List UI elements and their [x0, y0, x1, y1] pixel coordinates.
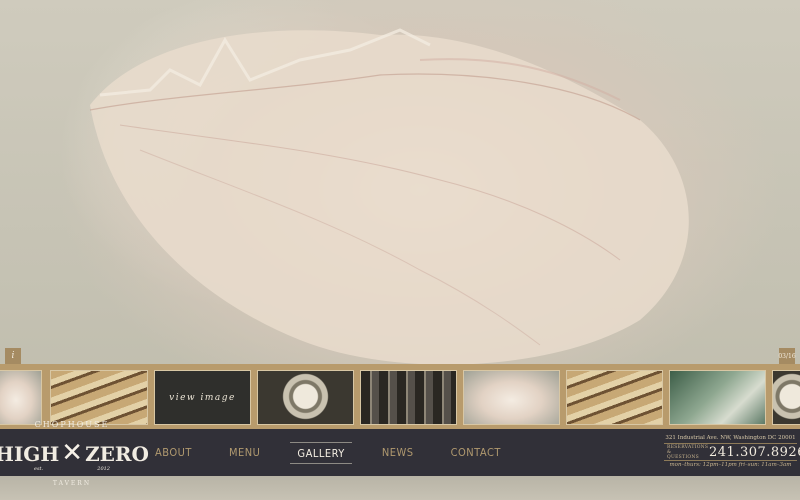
logo-left-word: HIGH	[0, 442, 60, 466]
logo-right-word: ZERO	[85, 442, 149, 466]
phone-number[interactable]: 241.307.8926	[705, 445, 800, 460]
logo-chophouse-text: CHOPHOUSE	[34, 420, 110, 429]
info-button[interactable]: i	[5, 348, 21, 364]
thumbnail-fish-dish[interactable]	[257, 370, 354, 425]
image-counter-label: 03/16	[778, 352, 796, 360]
nav-contact[interactable]: CONTACT	[444, 442, 508, 464]
address-text: 321 Industrial Ave. NW, Washington DC 20…	[665, 435, 796, 441]
phone-caption-line1: RESERVATIONS	[667, 444, 709, 450]
phone-caption-line2: & QUESTIONS	[667, 449, 700, 460]
logo-tavern-text: TAVERN	[52, 480, 92, 487]
logo-est: est.	[34, 466, 44, 472]
nav-news[interactable]: NEWS	[375, 442, 421, 464]
phone-caption: RESERVATIONS & QUESTIONS	[664, 444, 709, 460]
thumbnail-view-image[interactable]: view image	[154, 370, 251, 425]
logo-year: 2012	[97, 466, 110, 472]
nav-menu[interactable]: MENU	[222, 442, 267, 464]
thumbnail-garlic[interactable]	[463, 370, 560, 425]
info-icon: i	[11, 351, 15, 361]
thumbnail-fish[interactable]	[669, 370, 766, 425]
image-counter-button[interactable]: 03/16	[778, 348, 796, 364]
hours-text: mon–thurs: 12pm–11pm fri–sun: 11am–3am	[669, 462, 792, 468]
logo-wordmark: HIGH ✕ ZERO	[0, 438, 149, 468]
nav-about[interactable]: ABOUT	[148, 442, 199, 464]
high-zero-logo[interactable]: CHOPHOUSE HIGH ✕ ZERO est. 2012 TAVERN	[0, 414, 149, 498]
phone-row: RESERVATIONS & QUESTIONS 241.307.8926	[664, 443, 800, 461]
view-image-label: view image	[169, 392, 236, 403]
crossed-knives-icon: ✕	[61, 438, 84, 468]
nav-gallery[interactable]: GALLERY	[290, 441, 352, 464]
contact-info: 321 Industrial Ave. NW, Washington DC 20…	[664, 434, 800, 472]
thumbnail-bread[interactable]	[566, 370, 663, 425]
main-nav: ABOUT MENU GALLERY NEWS CONTACT	[148, 429, 531, 476]
thumbnail-dining-room[interactable]	[360, 370, 457, 425]
thumbnail-dish[interactable]	[772, 370, 800, 425]
